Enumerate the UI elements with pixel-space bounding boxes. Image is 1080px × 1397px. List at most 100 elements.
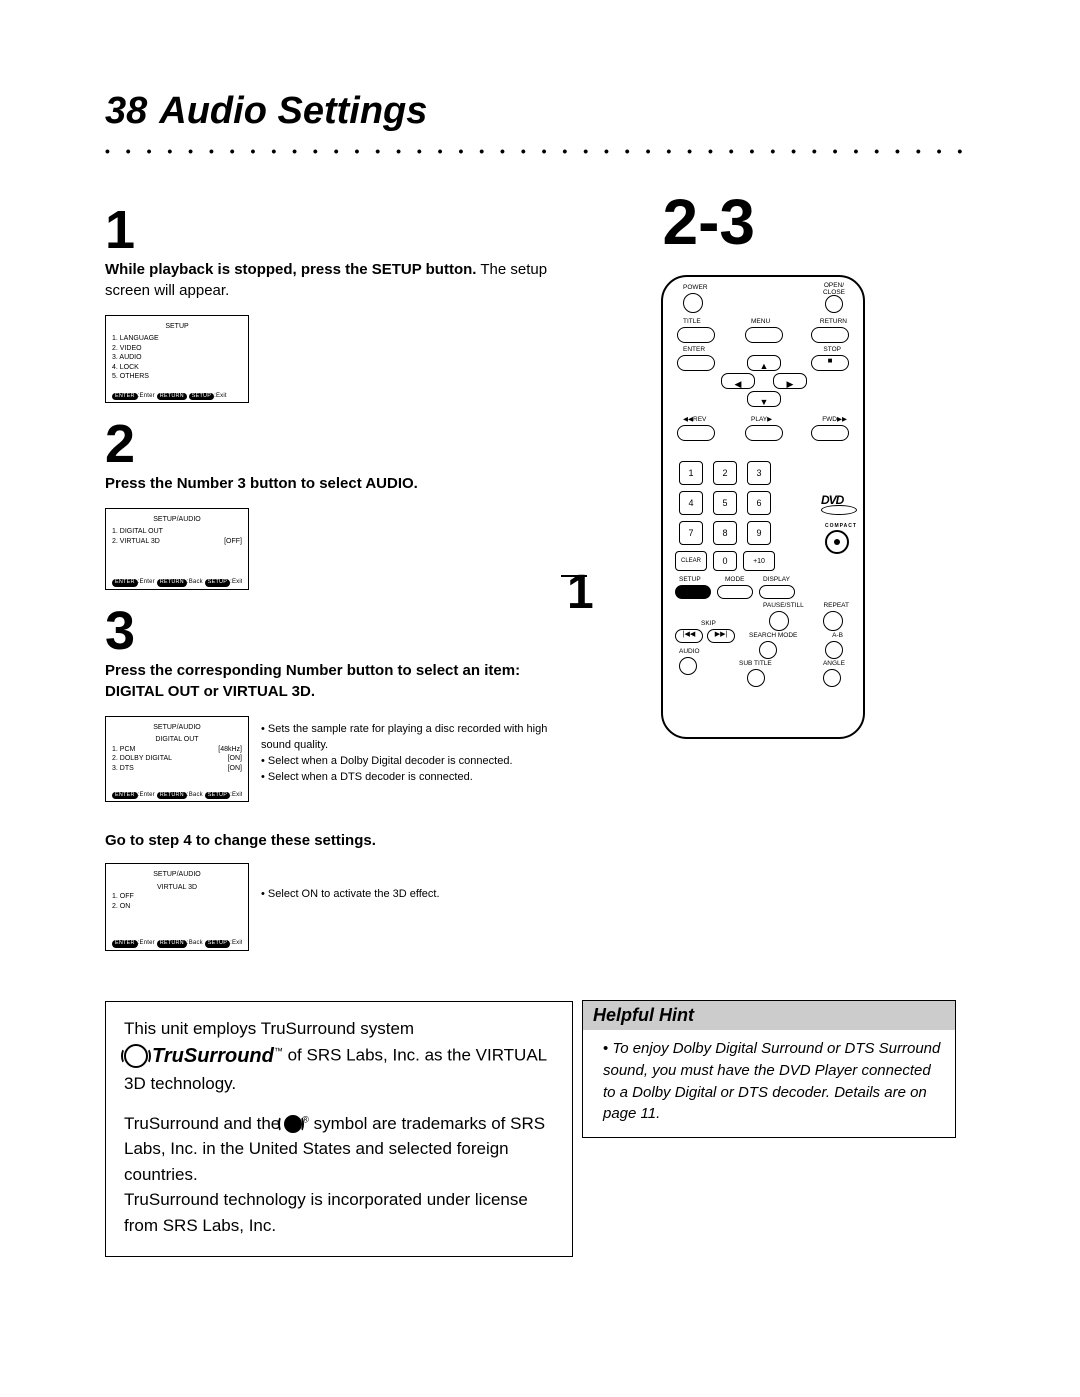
virtual-3d-menu-box: SETUP/AUDIO VIRTUAL 3D 1. OFF 2. ON ENTE… — [105, 863, 249, 950]
remote-label: RETURN — [820, 319, 847, 326]
mode-button-icon — [717, 585, 753, 599]
step-3-bold: Press the corresponding Number button to… — [105, 662, 520, 700]
step-1-bold: While playback is stopped, press the SET… — [105, 261, 476, 278]
tru-para-2: TruSurround and the® symbol are trademar… — [124, 1111, 554, 1188]
power-button-icon — [683, 293, 703, 313]
trusurround-box: This unit employs TruSurround system Tru… — [105, 1001, 573, 1258]
setup-button-icon — [675, 585, 711, 599]
bullet-item: Select when a Dolby Digital decoder is c… — [261, 754, 575, 770]
repeat-button-icon — [823, 611, 843, 631]
menu-title: SETUP/AUDIO — [112, 870, 242, 879]
step-1-text: While playback is stopped, press the SET… — [105, 259, 575, 301]
menu-item: 3. AUDIO — [112, 353, 242, 362]
bullet-item: Select when a DTS decoder is connected. — [261, 770, 575, 786]
trusurround-logo-icon: TruSurround — [124, 1041, 274, 1071]
menu-title: SETUP — [112, 322, 242, 331]
menu-subtitle: VIRTUAL 3D — [112, 883, 242, 892]
menu-subtitle: DIGITAL OUT — [112, 735, 242, 744]
step-2-text: Press the Number 3 button to select AUDI… — [105, 473, 575, 494]
menu-item: 5. OTHERS — [112, 372, 242, 381]
audio-menu-box: SETUP/AUDIO 1. DIGITAL OUT 2. VIRTUAL 3D… — [105, 508, 249, 590]
open-close-button-icon — [825, 295, 843, 313]
menu-title: SETUP/AUDIO — [112, 515, 242, 524]
remote-label: DISPLAY — [763, 577, 790, 584]
setup-menu-box: SETUP 1. LANGUAGE 2. VIDEO 3. AUDIO 4. L… — [105, 315, 249, 403]
dpad-down-icon: ▼ — [747, 391, 781, 407]
menu-row: 1. DIGITAL OUT — [112, 527, 242, 536]
menu-row: 1. OFF — [112, 892, 242, 901]
dvd-logo-icon: DVD — [821, 493, 857, 515]
remote-label: ANGLE — [823, 661, 845, 668]
remote-label: TITLE — [683, 319, 701, 326]
remote-label: REPEAT — [823, 603, 849, 610]
menu-row: 2. VIRTUAL 3D[OFF] — [112, 537, 242, 546]
dpad-left-icon: ◀ — [721, 373, 755, 389]
rev-button-icon — [677, 425, 715, 441]
remote-label: SKIP — [701, 621, 716, 628]
stop-button-icon: ■ — [811, 355, 849, 371]
menu-footer: ENTER:Enter RETURN SETUP:Exit — [112, 392, 242, 400]
pause-button-icon — [769, 611, 789, 631]
helpful-hint-box: Helpful Hint To enjoy Dolby Digital Surr… — [582, 1000, 956, 1138]
callout-steps-2-3: 2-3 — [663, 185, 756, 259]
tru-line-1: This unit employs TruSurround system — [124, 1016, 554, 1042]
page-number: 38 — [105, 90, 147, 133]
skip-next-icon: ▶▶| — [707, 629, 735, 643]
num-3-button: 3 — [747, 461, 771, 485]
plus-10-button: +10 — [743, 551, 775, 571]
callout-step-1: 1 — [567, 565, 594, 620]
virtual-3d-bullets: Select ON to activate the 3D effect. — [261, 887, 440, 903]
step-3-text: Press the corresponding Number button to… — [105, 660, 575, 702]
menu-item: 2. VIDEO — [112, 344, 242, 353]
remote-control-illustration: POWER OPEN/ CLOSE TITLE MENU RETURN ENTE… — [661, 275, 865, 739]
remote-label: SETUP — [679, 577, 701, 584]
remote-label: AUDIO — [679, 649, 700, 656]
enter-button-icon — [677, 355, 715, 371]
menu-row: 2. DOLBY DIGITAL[ON] — [112, 754, 242, 763]
num-0-button: 0 — [713, 551, 737, 571]
skip-prev-icon: |◀◀ — [675, 629, 703, 643]
num-8-button: 8 — [713, 521, 737, 545]
step-2-bold: Press the Number 3 button to select AUDI… — [105, 475, 418, 492]
subtitle-button-icon — [747, 669, 765, 687]
helpful-hint-body: To enjoy Dolby Digital Surround or DTS S… — [583, 1030, 955, 1137]
menu-item: 1. LANGUAGE — [112, 334, 242, 343]
num-5-button: 5 — [713, 491, 737, 515]
angle-button-icon — [823, 669, 841, 687]
menu-button-icon — [745, 327, 783, 343]
helpful-hint-title: Helpful Hint — [583, 1001, 955, 1030]
remote-label: SEARCH MODE — [749, 633, 797, 640]
srs-symbol-icon — [282, 1115, 300, 1133]
menu-item: 4. LOCK — [112, 363, 242, 372]
display-button-icon — [759, 585, 795, 599]
search-button-icon — [759, 641, 777, 659]
bullet-item: Sets the sample rate for playing a disc … — [261, 722, 575, 754]
goto-step-4: Go to step 4 to change these settings. — [105, 832, 575, 849]
step-3-number: 3 — [105, 604, 575, 658]
header-divider: • • • • • • • • • • • • • • • • • • • • … — [105, 143, 975, 159]
ab-button-icon — [825, 641, 843, 659]
menu-row: 1. PCM[48kHz] — [112, 745, 242, 754]
num-6-button: 6 — [747, 491, 771, 515]
dpad-up-icon: ▲ — [747, 355, 781, 371]
num-2-button: 2 — [713, 461, 737, 485]
tru-line-2: TruSurround ™ of SRS Labs, Inc. as the V… — [124, 1041, 554, 1097]
digital-out-menu-box: SETUP/AUDIO DIGITAL OUT 1. PCM[48kHz] 2.… — [105, 716, 249, 803]
remote-label: MENU — [751, 319, 770, 326]
bullet-item: Select ON to activate the 3D effect. — [261, 887, 440, 903]
remote-label: PAUSE/STILL — [763, 603, 804, 610]
remote-label: SUB TITLE — [739, 661, 772, 668]
menu-row: 3. DTS[ON] — [112, 764, 242, 773]
remote-label: POWER — [683, 285, 708, 292]
play-button-icon — [745, 425, 783, 441]
menu-title: SETUP/AUDIO — [112, 723, 242, 732]
remote-label: STOP — [823, 347, 841, 354]
clear-button: CLEAR — [675, 551, 707, 571]
remote-label: MODE — [725, 577, 745, 584]
num-4-button: 4 — [679, 491, 703, 515]
step-2-number: 2 — [105, 417, 575, 471]
tru-para-3: TruSurround technology is incorporated u… — [124, 1187, 554, 1238]
dpad-right-icon: ▶ — [773, 373, 807, 389]
title-button-icon — [677, 327, 715, 343]
digital-out-bullets: Sets the sample rate for playing a disc … — [261, 722, 575, 786]
